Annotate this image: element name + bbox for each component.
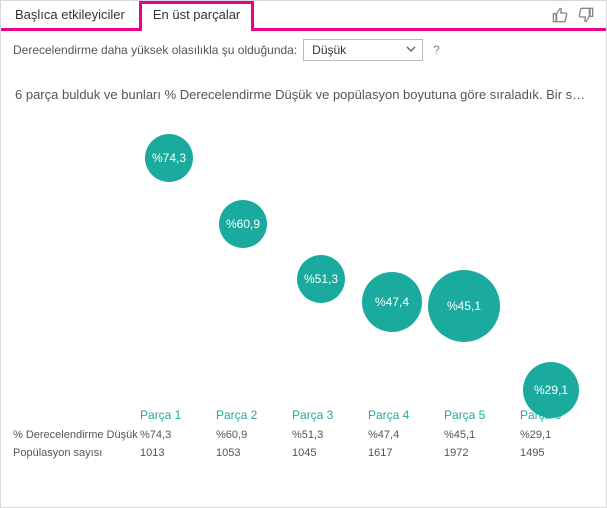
table-row: % Derecelendirme Düşük %74,3 %60,9 %51,3…	[13, 426, 594, 444]
cell-pct: %47,4	[366, 429, 442, 441]
cell-pop: 1053	[214, 447, 290, 459]
segment-label[interactable]: Parça 2	[214, 408, 290, 422]
cell-pop: 1013	[138, 447, 214, 459]
cell-pct: %51,3	[290, 429, 366, 441]
segment-bubble[interactable]: %60,9	[219, 200, 267, 248]
segment-bubble-chart: %74,3%60,9%51,3%47,4%45,1%29,1	[13, 112, 594, 402]
cell-pop: 1972	[442, 447, 518, 459]
segment-column-labels: Parça 1 Parça 2 Parça 3 Parça 4 Parça 5 …	[13, 402, 594, 426]
feedback-icons	[552, 1, 606, 28]
tab-influencers[interactable]: Başlıca etkileyiciler	[1, 1, 139, 28]
filter-prompt: Derecelendirme daha yüksek olasılıkla şu…	[13, 43, 297, 57]
segment-bubble[interactable]: %47,4	[362, 272, 422, 332]
filter-controls: Derecelendirme daha yüksek olasılıkla şu…	[1, 31, 606, 73]
tab-bar: Başlıca etkileyiciler En üst parçalar	[1, 1, 606, 31]
segment-label[interactable]: Parça 3	[290, 408, 366, 422]
dropdown-value: Düşük	[312, 43, 346, 57]
segment-label[interactable]: Parça 1	[138, 408, 214, 422]
cell-pct: %45,1	[442, 429, 518, 441]
segment-bubble[interactable]: %51,3	[297, 255, 345, 303]
value-dropdown[interactable]: Düşük	[303, 39, 423, 61]
cell-pop: 1045	[290, 447, 366, 459]
segment-bubble[interactable]: %74,3	[145, 134, 193, 182]
cell-pct: %60,9	[214, 429, 290, 441]
segment-label[interactable]: Parça 5	[442, 408, 518, 422]
segment-label[interactable]: Parça 4	[366, 408, 442, 422]
tab-top-segments[interactable]: En üst parçalar	[139, 1, 254, 31]
segment-bubble[interactable]: %29,1	[523, 362, 579, 418]
thumbs-down-icon[interactable]	[578, 7, 594, 28]
help-icon[interactable]: ?	[429, 43, 444, 57]
cell-pct: %29,1	[518, 429, 594, 441]
row-label-pct: % Derecelendirme Düşük	[13, 429, 138, 441]
thumbs-up-icon[interactable]	[552, 7, 568, 28]
table-row: Popülasyon sayısı 1013 1053 1045 1617 19…	[13, 444, 594, 462]
row-label-pop: Popülasyon sayısı	[13, 447, 138, 459]
summary-text: 6 parça bulduk ve bunları % Derecelendir…	[1, 73, 606, 112]
cell-pop: 1617	[366, 447, 442, 459]
segment-bubble[interactable]: %45,1	[428, 270, 500, 342]
cell-pct: %74,3	[138, 429, 214, 441]
chevron-down-icon	[406, 43, 416, 57]
cell-pop: 1495	[518, 447, 594, 459]
